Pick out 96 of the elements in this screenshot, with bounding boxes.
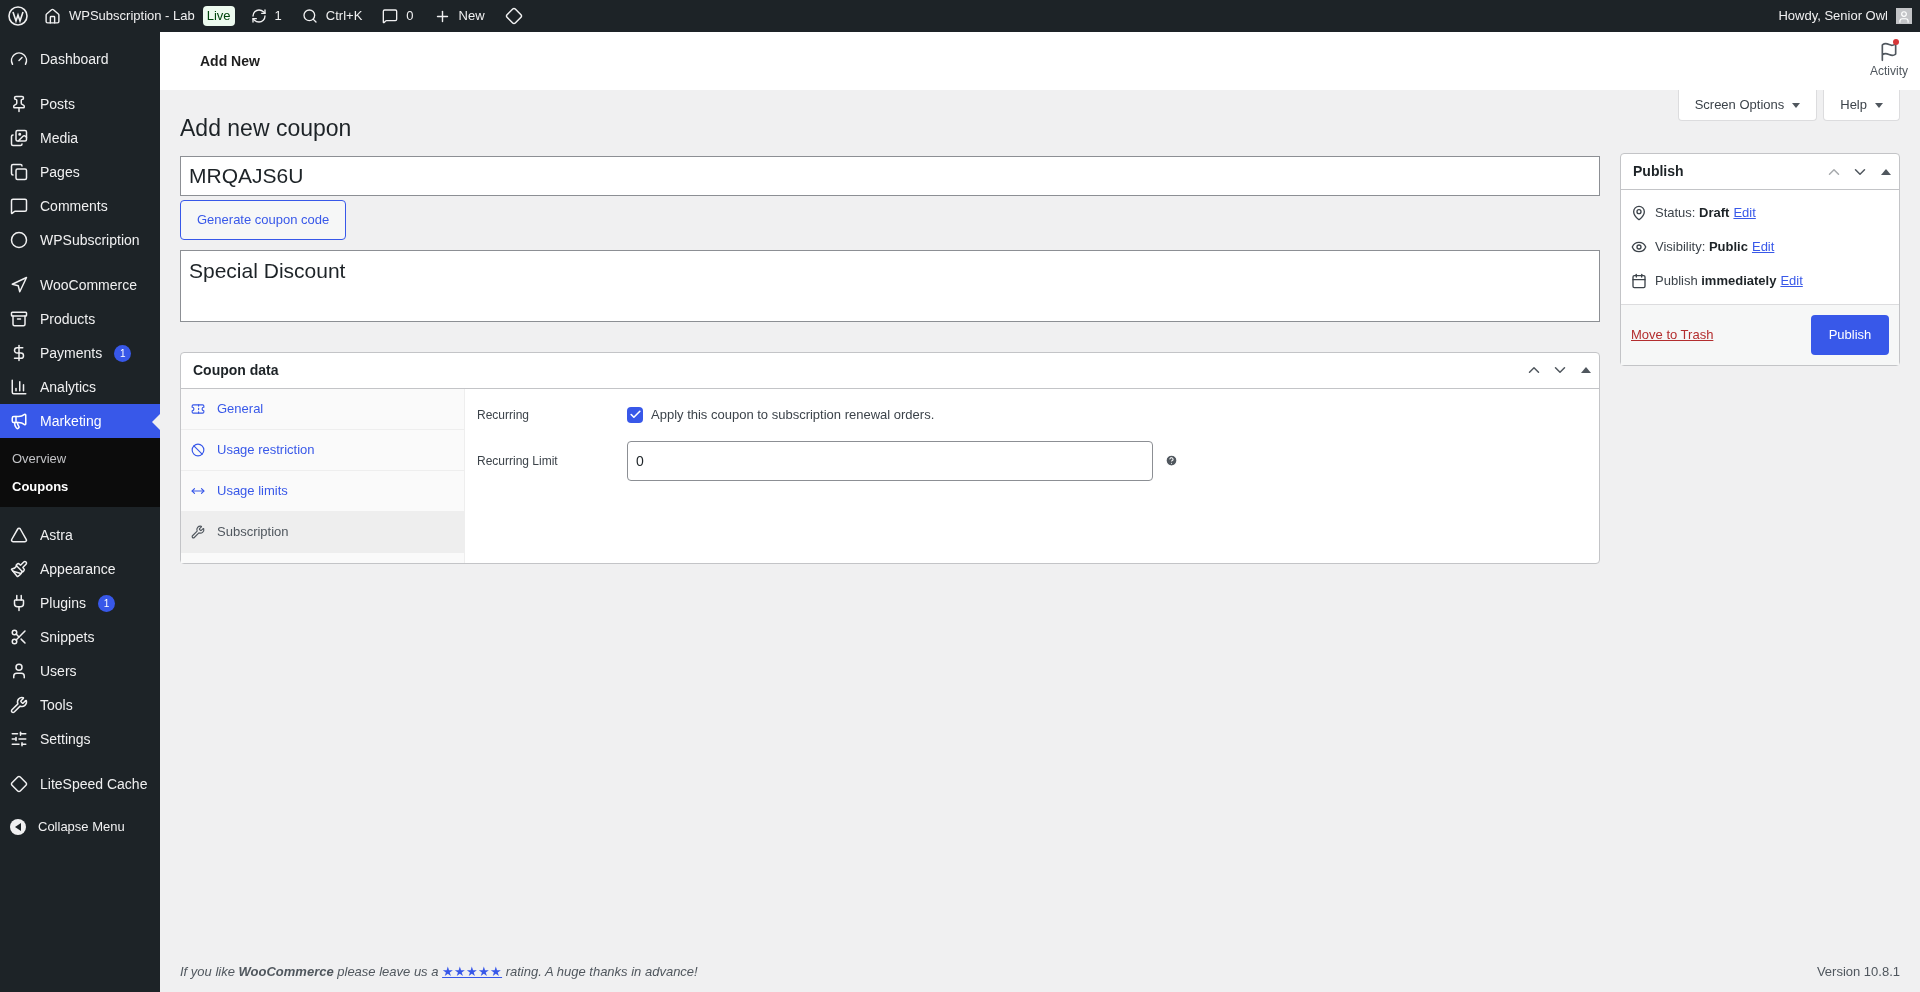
recurring-checkbox[interactable]: Apply this coupon to subscription renewal orders. (627, 404, 935, 425)
diamond-icon[interactable] (504, 7, 523, 25)
publish-info: Publish immediately (1655, 272, 1777, 291)
count-badge: 1 (114, 344, 132, 362)
sidebar-item[interactable]: Tools (0, 688, 160, 722)
search-icon (301, 8, 318, 24)
current-pointer-icon (152, 414, 160, 430)
sidebar-item[interactable]: Users (0, 654, 160, 688)
updates-link[interactable]: 1 (250, 6, 282, 26)
box-icon (10, 310, 28, 328)
submenu-item[interactable]: Overview (0, 445, 160, 473)
media-icon (10, 129, 28, 147)
panel-tab[interactable]: General (181, 388, 464, 430)
publish-info: Status: Draft (1655, 204, 1730, 223)
field-label: Recurring (477, 406, 531, 424)
panel-tab[interactable]: Usage limits (181, 470, 464, 512)
eye-icon (1631, 239, 1647, 255)
coupon-code-field[interactable]: MRQAJS6U (180, 155, 1600, 196)
help-button[interactable]: Help (1823, 90, 1900, 121)
wrench-icon (10, 696, 28, 714)
panel-title: Coupon data (193, 360, 279, 380)
caret-icon (1875, 102, 1883, 108)
sidebar-item[interactable]: Media (0, 121, 160, 155)
brush-icon (10, 560, 28, 578)
version-text: Version 10.8.1 (1816, 963, 1900, 982)
page-title: Add new coupon (180, 114, 353, 143)
sidebar-item[interactable]: Comments (0, 189, 160, 223)
wrench-icon (191, 524, 205, 539)
panel-tab[interactable]: Usage restriction (181, 429, 464, 471)
header-title: Add New (200, 51, 260, 71)
field-label: Recurring Limit (477, 452, 559, 470)
pages-icon (10, 163, 28, 181)
sidebar-item[interactable]: Marketing (0, 404, 160, 438)
site-link[interactable]: WPSubscription - Lab (44, 6, 195, 26)
prohibited-icon (191, 442, 205, 457)
collapse-toggle-icon[interactable] (1881, 168, 1891, 175)
edit-link[interactable]: Edit (1733, 203, 1756, 223)
new-link[interactable]: New (433, 6, 485, 26)
dashboard-icon (10, 50, 28, 68)
account-link[interactable]: Howdy, Senior Owl (1778, 6, 1912, 26)
caret-icon (1792, 102, 1801, 108)
sidebar-item[interactable]: Appearance (0, 552, 160, 586)
sidebar-item[interactable]: WPSubscription (0, 223, 160, 257)
panel-tab[interactable]: Subscription (181, 511, 464, 553)
sliders-icon (10, 730, 28, 748)
sidebar-item[interactable]: Dashboard (0, 42, 160, 76)
flag-icon (1879, 42, 1899, 62)
activity-button[interactable]: Activity (1870, 42, 1908, 80)
sidebar-item[interactable]: Products (0, 302, 160, 336)
count-badge: 1 (97, 594, 115, 612)
speech-bubble-icon (382, 8, 399, 24)
generate-coupon-button[interactable]: Generate coupon code (180, 199, 347, 240)
submenu-item[interactable]: Coupons (0, 472, 160, 500)
diamond-icon (10, 775, 28, 793)
edit-link[interactable]: Edit (1780, 271, 1803, 291)
pin-icon (10, 95, 28, 113)
collapse-icon (10, 819, 26, 835)
move-to-trash-link[interactable]: Move to Trash (1631, 325, 1714, 345)
sidebar-item[interactable]: Payments 1 (0, 336, 160, 370)
panel-title: Publish (1633, 162, 1684, 181)
sidebar-item[interactable]: LiteSpeed Cache (0, 767, 160, 801)
sidebar-item[interactable]: WooCommerce (0, 268, 160, 302)
refresh-icon (250, 8, 267, 24)
avatar-icon (1896, 8, 1912, 24)
search-link[interactable]: Ctrl+K (301, 6, 363, 26)
footer-note: If you like WooCommerce please leave us a ★★★★★ rating. A huge thanks in advance! (180, 963, 698, 982)
collapse-toggle-icon[interactable] (1581, 367, 1591, 373)
sidebar-item[interactable]: Analytics (0, 370, 160, 404)
help-icon[interactable] (1165, 454, 1178, 467)
sidebar-item[interactable]: Astra (0, 518, 160, 552)
sidebar-item[interactable]: Settings (0, 722, 160, 756)
description-field[interactable]: Special Discount (180, 249, 1600, 322)
checkbox[interactable] (627, 406, 643, 423)
bar-chart-icon (10, 378, 28, 396)
recurring-limit-field[interactable]: 0 (627, 440, 1153, 481)
sidebar-item[interactable]: Plugins 1 (0, 586, 160, 620)
user-icon (10, 662, 28, 680)
sidebar-item[interactable]: Posts (0, 87, 160, 121)
sidebar-item[interactable]: Pages (0, 155, 160, 189)
publish-info: Visibility: Public (1655, 238, 1748, 257)
screen-options-button[interactable]: Screen Options (1677, 90, 1818, 121)
collapse-menu-button[interactable]: Collapse Menu (0, 812, 160, 842)
scissors-icon (10, 628, 28, 646)
home-icon (44, 7, 61, 25)
rating-link[interactable]: ★★★★★ (442, 964, 503, 980)
comments-link[interactable]: 0 (382, 6, 414, 26)
speech-bubble-icon (10, 197, 28, 215)
calendar-icon (1631, 273, 1647, 289)
sidebar-item[interactable]: Snippets (0, 620, 160, 654)
live-badge: Live (202, 6, 235, 26)
wordpress-logo-icon[interactable] (8, 6, 28, 26)
ticket-icon (191, 401, 205, 416)
pin-icon (1631, 205, 1647, 221)
edit-link[interactable]: Edit (1751, 237, 1775, 257)
publish-button[interactable]: Publish (1811, 315, 1889, 355)
megaphone-icon (10, 412, 28, 430)
